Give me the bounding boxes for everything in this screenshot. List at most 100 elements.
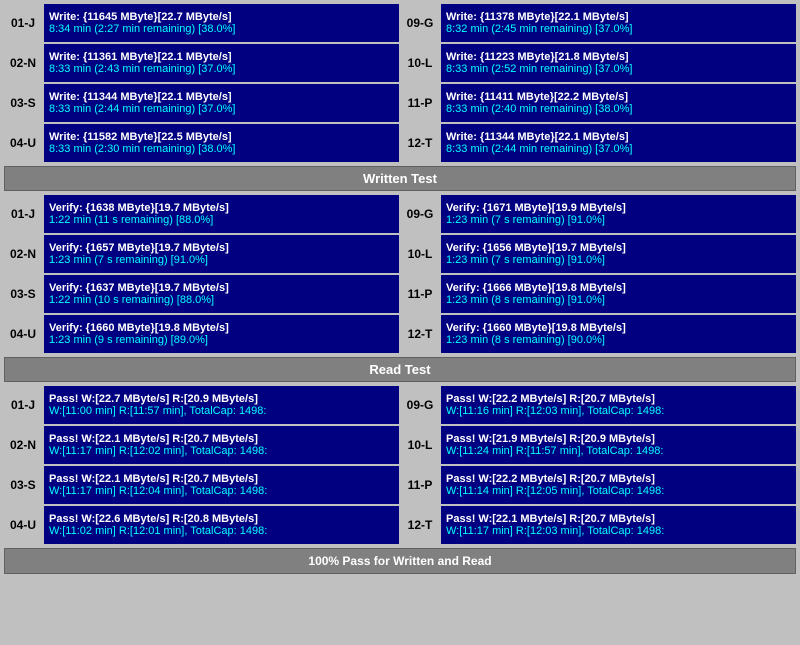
write-rows: 01-JWrite: {11645 MByte}[22.7 MByte/s]8:…	[4, 4, 796, 162]
right-pair: 12-TVerify: {1660 MByte}[19.8 MByte/s]1:…	[401, 315, 796, 353]
cell-id-right: 11-P	[401, 275, 439, 313]
cell-line1: Write: {11582 MByte}[22.5 MByte/s]	[49, 131, 394, 143]
right-pair: 09-GPass! W:[22.2 MByte/s] R:[20.7 MByte…	[401, 386, 796, 424]
cell-line1: Pass! W:[22.1 MByte/s] R:[20.7 MByte/s]	[49, 473, 394, 485]
cell-line2: W:[11:02 min] R:[12:01 min], TotalCap: 1…	[49, 525, 394, 537]
cell-line2: W:[11:00 min] R:[11:57 min], TotalCap: 1…	[49, 405, 394, 417]
cell-line2: 1:23 min (8 s remaining) [91.0%]	[446, 294, 791, 306]
left-pair: 03-SWrite: {11344 MByte}[22.1 MByte/s]8:…	[4, 84, 399, 122]
cell-line1: Pass! W:[22.2 MByte/s] R:[20.7 MByte/s]	[446, 473, 791, 485]
cell-line2: 1:23 min (9 s remaining) [89.0%]	[49, 334, 394, 346]
cell-line2: W:[11:16 min] R:[12:03 min], TotalCap: 1…	[446, 405, 791, 417]
left-pair: 04-UWrite: {11582 MByte}[22.5 MByte/s]8:…	[4, 124, 399, 162]
cell-line1: Write: {11361 MByte}[22.1 MByte/s]	[49, 51, 394, 63]
cell-line1: Write: {11344 MByte}[22.1 MByte/s]	[49, 91, 394, 103]
pass-test-section: 01-J Pass! W:[22.7 MByte/s] R:[20.9 MByte…	[4, 386, 796, 544]
cell-line1: Verify: {1656 MByte}[19.7 MByte/s]	[446, 242, 791, 254]
cell-line1: Pass! W:[22.7 MByte/s] R:[20.9 MByte/s]	[49, 393, 394, 405]
cell-id-right: 09-G	[401, 195, 439, 233]
cell-line2: 8:33 min (2:43 min remaining) [37.0%]	[49, 63, 394, 75]
right-pair: 12-TPass! W:[22.1 MByte/s] R:[20.7 MByte…	[401, 506, 796, 544]
cell-id-left: 02-N	[4, 426, 42, 464]
cell-line1: Verify: {1657 MByte}[19.7 MByte/s]	[49, 242, 394, 254]
cell-line2: W:[11:17 min] R:[12:03 min], TotalCap: 1…	[446, 525, 791, 537]
cell-line1: Verify: {1638 MByte}[19.7 MByte/s]	[49, 202, 394, 214]
cell-line2: 1:23 min (7 s remaining) [91.0%]	[446, 254, 791, 266]
cell-right: Verify: {1671 MByte}[19.9 MByte/s]1:23 m…	[441, 195, 796, 233]
cell-line1: Pass! W:[22.1 MByte/s] R:[20.7 MByte/s]	[49, 433, 394, 445]
cell-left: Write: {11582 MByte}[22.5 MByte/s]8:33 m…	[44, 124, 399, 162]
cell-id-left: 01-J	[4, 4, 42, 42]
cell-left: Write: {11361 MByte}[22.1 MByte/s]8:33 m…	[44, 44, 399, 82]
left-pair: 03-SVerify: {1637 MByte}[19.7 MByte/s]1:…	[4, 275, 399, 313]
grid-row: 04-UPass! W:[22.6 MByte/s] R:[20.8 MByte…	[4, 506, 796, 544]
cell-left: Verify: {1637 MByte}[19.7 MByte/s]1:22 m…	[44, 275, 399, 313]
cell-right: Pass! W:[22.1 MByte/s] R:[20.7 MByte/s]W…	[441, 506, 796, 544]
cell-line2: 1:22 min (11 s remaining) [88.0%]	[49, 214, 394, 226]
right-pair: 10-L Verify: {1656 MByte}[19.7 MByte/s]1:…	[401, 235, 796, 273]
cell-id-left: 03-S	[4, 84, 42, 122]
cell-line1: Pass! W:[21.9 MByte/s] R:[20.9 MByte/s]	[446, 433, 791, 445]
left-pair: 01-JWrite: {11645 MByte}[22.7 MByte/s]8:…	[4, 4, 399, 42]
cell-left: Verify: {1657 MByte}[19.7 MByte/s]1:23 m…	[44, 235, 399, 273]
right-pair: 09-GVerify: {1671 MByte}[19.9 MByte/s]1:…	[401, 195, 796, 233]
cell-line2: W:[11:14 min] R:[12:05 min], TotalCap: 1…	[446, 485, 791, 497]
cell-id-left: 03-S	[4, 466, 42, 504]
grid-row: 02-NWrite: {11361 MByte}[22.1 MByte/s]8:…	[4, 44, 796, 82]
left-pair: 01-J Verify: {1638 MByte}[19.7 MByte/s]1:…	[4, 195, 399, 233]
grid-row: 02-NVerify: {1657 MByte}[19.7 MByte/s]1:…	[4, 235, 796, 273]
grid-row: 03-S Pass! W:[22.1 MByte/s] R:[20.7 MByte…	[4, 466, 796, 504]
cell-line2: 8:33 min (2:30 min remaining) [38.0%]	[49, 143, 394, 155]
cell-id-left: 01-J	[4, 386, 42, 424]
cell-line2: 8:33 min (2:40 min remaining) [38.0%]	[446, 103, 791, 115]
cell-line2: 8:34 min (2:27 min remaining) [38.0%]	[49, 23, 394, 35]
right-pair: 10-LWrite: {11223 MByte}[21.8 MByte/s]8:…	[401, 44, 796, 82]
pass-rows: 01-J Pass! W:[22.7 MByte/s] R:[20.9 MByte…	[4, 386, 796, 544]
cell-id-right: 10-L	[401, 426, 439, 464]
cell-left: Pass! W:[22.1 MByte/s] R:[20.7 MByte/s]W…	[44, 426, 399, 464]
grid-row: 03-S Write: {11344 MByte}[22.1 MByte/s] 8:…	[4, 84, 796, 122]
cell-left: Verify: {1660 MByte}[19.8 MByte/s]1:23 m…	[44, 315, 399, 353]
cell-id-right: 09-G	[401, 386, 439, 424]
cell-id-left: 03-S	[4, 275, 42, 313]
write-test-section: 01-JWrite: {11645 MByte}[22.7 MByte/s]8:…	[4, 4, 796, 191]
cell-right: Pass! W:[22.2 MByte/s] R:[20.7 MByte/s]W…	[441, 466, 796, 504]
cell-line2: 1:23 min (8 s remaining) [90.0%]	[446, 334, 791, 346]
cell-id-right: 11-P	[401, 466, 439, 504]
left-pair: 02-NPass! W:[22.1 MByte/s] R:[20.7 MByte…	[4, 426, 399, 464]
left-pair: 03-S Pass! W:[22.1 MByte/s] R:[20.7 MByte…	[4, 466, 399, 504]
cell-line1: Write: {11223 MByte}[21.8 MByte/s]	[446, 51, 791, 63]
cell-id-left: 04-U	[4, 124, 42, 162]
cell-line1: Write: {11411 MByte}[22.2 MByte/s]	[446, 91, 791, 103]
cell-line2: W:[11:17 min] R:[12:04 min], TotalCap: 1…	[49, 485, 394, 497]
cell-id-left: 04-U	[4, 506, 42, 544]
cell-id-right: 10-L	[401, 235, 439, 273]
cell-id-right: 09-G	[401, 4, 439, 42]
cell-id-right: 10-L	[401, 44, 439, 82]
cell-line1: Pass! W:[22.1 MByte/s] R:[20.7 MByte/s]	[446, 513, 791, 525]
grid-row: 01-JWrite: {11645 MByte}[22.7 MByte/s]8:…	[4, 4, 796, 42]
cell-right: Pass! W:[22.2 MByte/s] R:[20.7 MByte/s]W…	[441, 386, 796, 424]
cell-line2: W:[11:17 min] R:[12:02 min], TotalCap: 1…	[49, 445, 394, 457]
left-pair: 04-UPass! W:[22.6 MByte/s] R:[20.8 MByte…	[4, 506, 399, 544]
cell-left: Write: {11645 MByte}[22.7 MByte/s]8:34 m…	[44, 4, 399, 42]
footer-bar: 100% Pass for Written and Read	[4, 548, 796, 574]
verify-rows: 01-JVerify: {1638 MByte}[19.7 MByte/s]1:…	[4, 195, 796, 353]
left-pair: 04-UVerify: {1660 MByte}[19.8 MByte/s]1:…	[4, 315, 399, 353]
cell-right: Write: {11223 MByte}[21.8 MByte/s]8:33 m…	[441, 44, 796, 82]
cell-line2: 8:32 min (2:45 min remaining) [37.0%]	[446, 23, 791, 35]
cell-id-right: 11-P	[401, 84, 439, 122]
cell-id-left: 01-J	[4, 195, 42, 233]
grid-row: 01-JVerify: {1638 MByte}[19.7 MByte/s]1:…	[4, 195, 796, 233]
cell-line2: 1:23 min (7 s remaining) [91.0%]	[49, 254, 394, 266]
cell-line2: 1:23 min (7 s remaining) [91.0%]	[446, 214, 791, 226]
cell-id-left: 02-N	[4, 235, 42, 273]
cell-right: Write: {11378 MByte}[22.1 MByte/s]8:32 m…	[441, 4, 796, 42]
right-pair: 11-PVerify: {1666 MByte}[19.8 MByte/s]1:…	[401, 275, 796, 313]
verify-test-section: 01-JVerify: {1638 MByte}[19.7 MByte/s]1:…	[4, 195, 796, 382]
cell-line1: Verify: {1660 MByte}[19.8 MByte/s]	[49, 322, 394, 334]
cell-line2: W:[11:24 min] R:[11:57 min], TotalCap: 1…	[446, 445, 791, 457]
cell-id-left: 02-N	[4, 44, 42, 82]
right-pair: 09-GWrite: {11378 MByte}[22.1 MByte/s]8:…	[401, 4, 796, 42]
left-pair: 01-J Pass! W:[22.7 MByte/s] R:[20.9 MByte…	[4, 386, 399, 424]
